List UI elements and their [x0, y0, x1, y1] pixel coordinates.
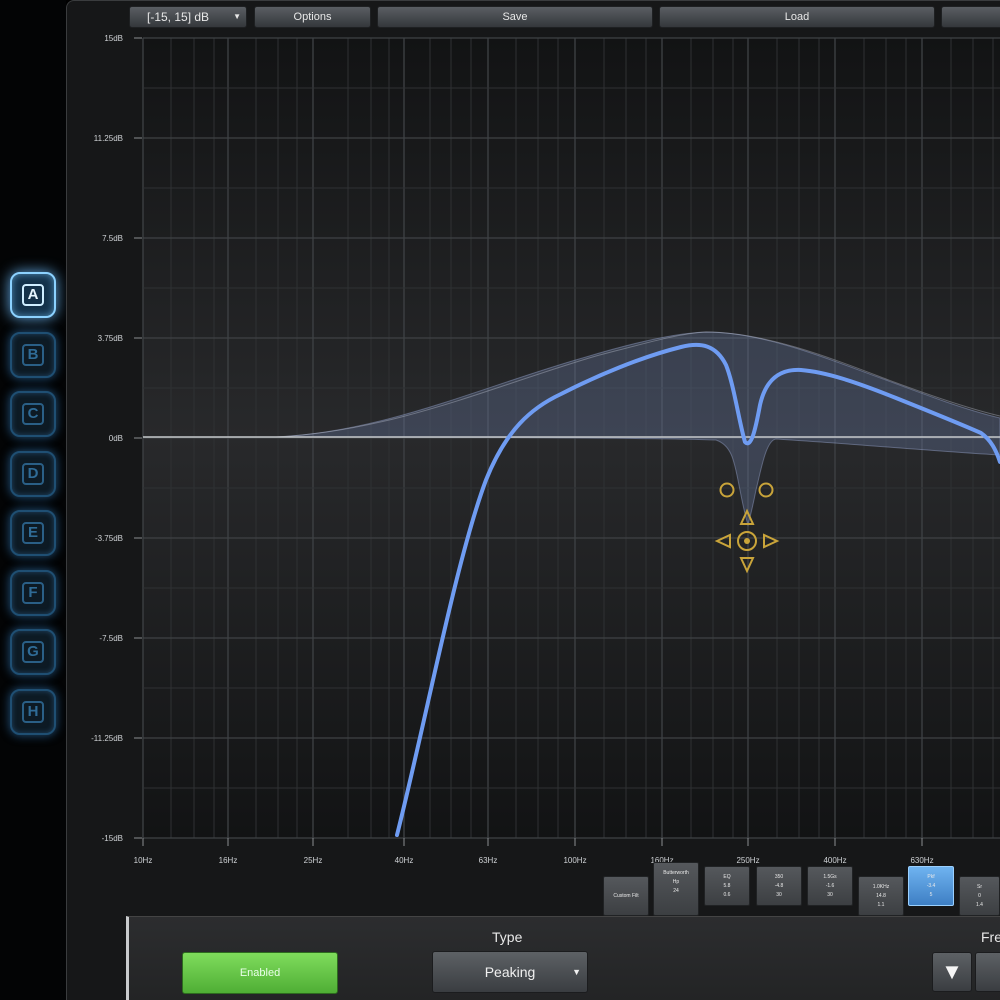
band-chip-value: 14.8	[876, 893, 886, 899]
band-chip-value: Hp	[672, 879, 680, 885]
band-chip-value: 350	[774, 874, 784, 880]
channel-label: E	[22, 522, 44, 544]
y-tick-label: 11.25dB	[94, 134, 123, 143]
band-chip[interactable]: 350 -4.8 30	[756, 866, 802, 906]
band-chip-value: EQ	[723, 874, 731, 880]
band-chip[interactable]: 1.5Gs -1.6 30	[807, 866, 853, 906]
channel-button-h[interactable]: H	[10, 688, 56, 735]
y-tick-label: 0dB	[109, 434, 123, 443]
y-tick-label: -11.25dB	[91, 734, 123, 743]
band-chip[interactable]: Sr 0 1.4	[959, 876, 1000, 916]
channel-button-d[interactable]: D	[10, 450, 56, 497]
chevron-down-icon: ▼	[572, 967, 581, 977]
band-chip-value: 30	[776, 892, 782, 898]
channel-label: F	[22, 581, 44, 604]
y-tick-label: 3.75dB	[98, 334, 123, 343]
channel-button-f[interactable]: F	[10, 569, 56, 616]
enabled-toggle-button[interactable]: Enabled	[182, 952, 338, 994]
channel-label: A	[22, 284, 44, 306]
channel-label: D	[22, 462, 44, 485]
band-chip[interactable]: EQ 5.8 0.6	[704, 866, 750, 906]
x-tick-label: 100Hz	[563, 856, 586, 865]
band-chip-value: 1.4	[976, 902, 983, 908]
y-tick-label: -7.5dB	[99, 634, 123, 643]
channel-button-g[interactable]: G	[10, 629, 56, 675]
band-chip-value: 30	[827, 892, 833, 898]
eq-graph[interactable]: 15dB 11.25dB 7.5dB 3.75dB 0dB -3.75dB -7.5dB -1…	[66, 0, 1000, 880]
band-chip-value: 1.1	[877, 902, 885, 908]
band-chip-value: Sr	[977, 884, 982, 890]
band-center-dot-icon	[744, 538, 750, 544]
band-chip-value: -3.4	[926, 883, 936, 889]
channel-button-b[interactable]: B	[10, 331, 56, 378]
band-chip-value: -1.6	[825, 883, 835, 889]
channel-button-c[interactable]: C	[10, 391, 56, 437]
band-chip-value: Custom Filt	[613, 893, 639, 899]
x-tick-label: 250Hz	[736, 856, 759, 865]
y-axis-labels: 15dB 11.25dB 7.5dB 3.75dB 0dB -3.75dB -7.5dB -1…	[91, 34, 142, 843]
frequency-input[interactable]	[975, 952, 1000, 992]
y-tick-label: -15dB	[102, 834, 123, 843]
channel-label: B	[22, 343, 44, 366]
band-chip-value: Pkf	[927, 874, 935, 880]
band-settings-panel: Enabled Type Peaking ▼ Fre ▼	[126, 916, 1000, 1000]
channel-label: C	[22, 403, 44, 425]
x-tick-label: 400Hz	[823, 856, 846, 865]
band-chip-value: 5	[929, 892, 933, 898]
band-chip-value: Butterworth	[663, 870, 689, 876]
x-tick-label: 630Hz	[910, 856, 933, 865]
band-chip-value: 24	[673, 888, 679, 894]
band-chip-value: -4.8	[774, 883, 784, 889]
frequency-label: Fre	[981, 929, 1000, 945]
x-tick-label: 10Hz	[134, 856, 153, 865]
channel-button-e[interactable]: E	[10, 510, 56, 556]
x-tick-label: 25Hz	[304, 856, 323, 865]
channel-strip: A B C D E F G H	[0, 0, 66, 1000]
band-chip-value: 1.5Gs	[823, 874, 837, 880]
type-select-value: Peaking	[484, 964, 536, 980]
y-tick-label: -3.75dB	[95, 534, 123, 543]
type-select[interactable]: Peaking ▼	[432, 951, 588, 993]
band-chip[interactable]: 1.0KHz 14.8 1.1	[858, 876, 904, 916]
band-chip[interactable]: Pkf -3.4 5	[908, 866, 954, 906]
type-label: Type	[492, 929, 523, 945]
band-chip-value: 0	[978, 893, 981, 899]
x-axis-labels: 10Hz 16Hz 25Hz 40Hz 63Hz 100Hz 160Hz 250Hz 400Hz…	[134, 838, 934, 865]
channel-label: G	[22, 641, 44, 663]
band-chip-value: 1.0KHz	[872, 884, 890, 890]
x-tick-label: 16Hz	[219, 856, 238, 865]
x-tick-label: 63Hz	[479, 856, 498, 865]
channel-label: H	[22, 700, 44, 723]
band-chip[interactable]: Custom Filt	[603, 876, 649, 916]
band-chip-value: 0.6	[723, 892, 731, 898]
y-tick-label: 15dB	[104, 34, 123, 43]
band-chip-value: 5.8	[723, 883, 731, 889]
x-tick-label: 40Hz	[395, 856, 414, 865]
frequency-decrease-button[interactable]: ▼	[932, 952, 972, 992]
y-tick-label: 7.5dB	[102, 234, 123, 243]
band-chip[interactable]: Butterworth Hp 24	[653, 862, 699, 916]
channel-button-a[interactable]: A	[10, 272, 56, 318]
